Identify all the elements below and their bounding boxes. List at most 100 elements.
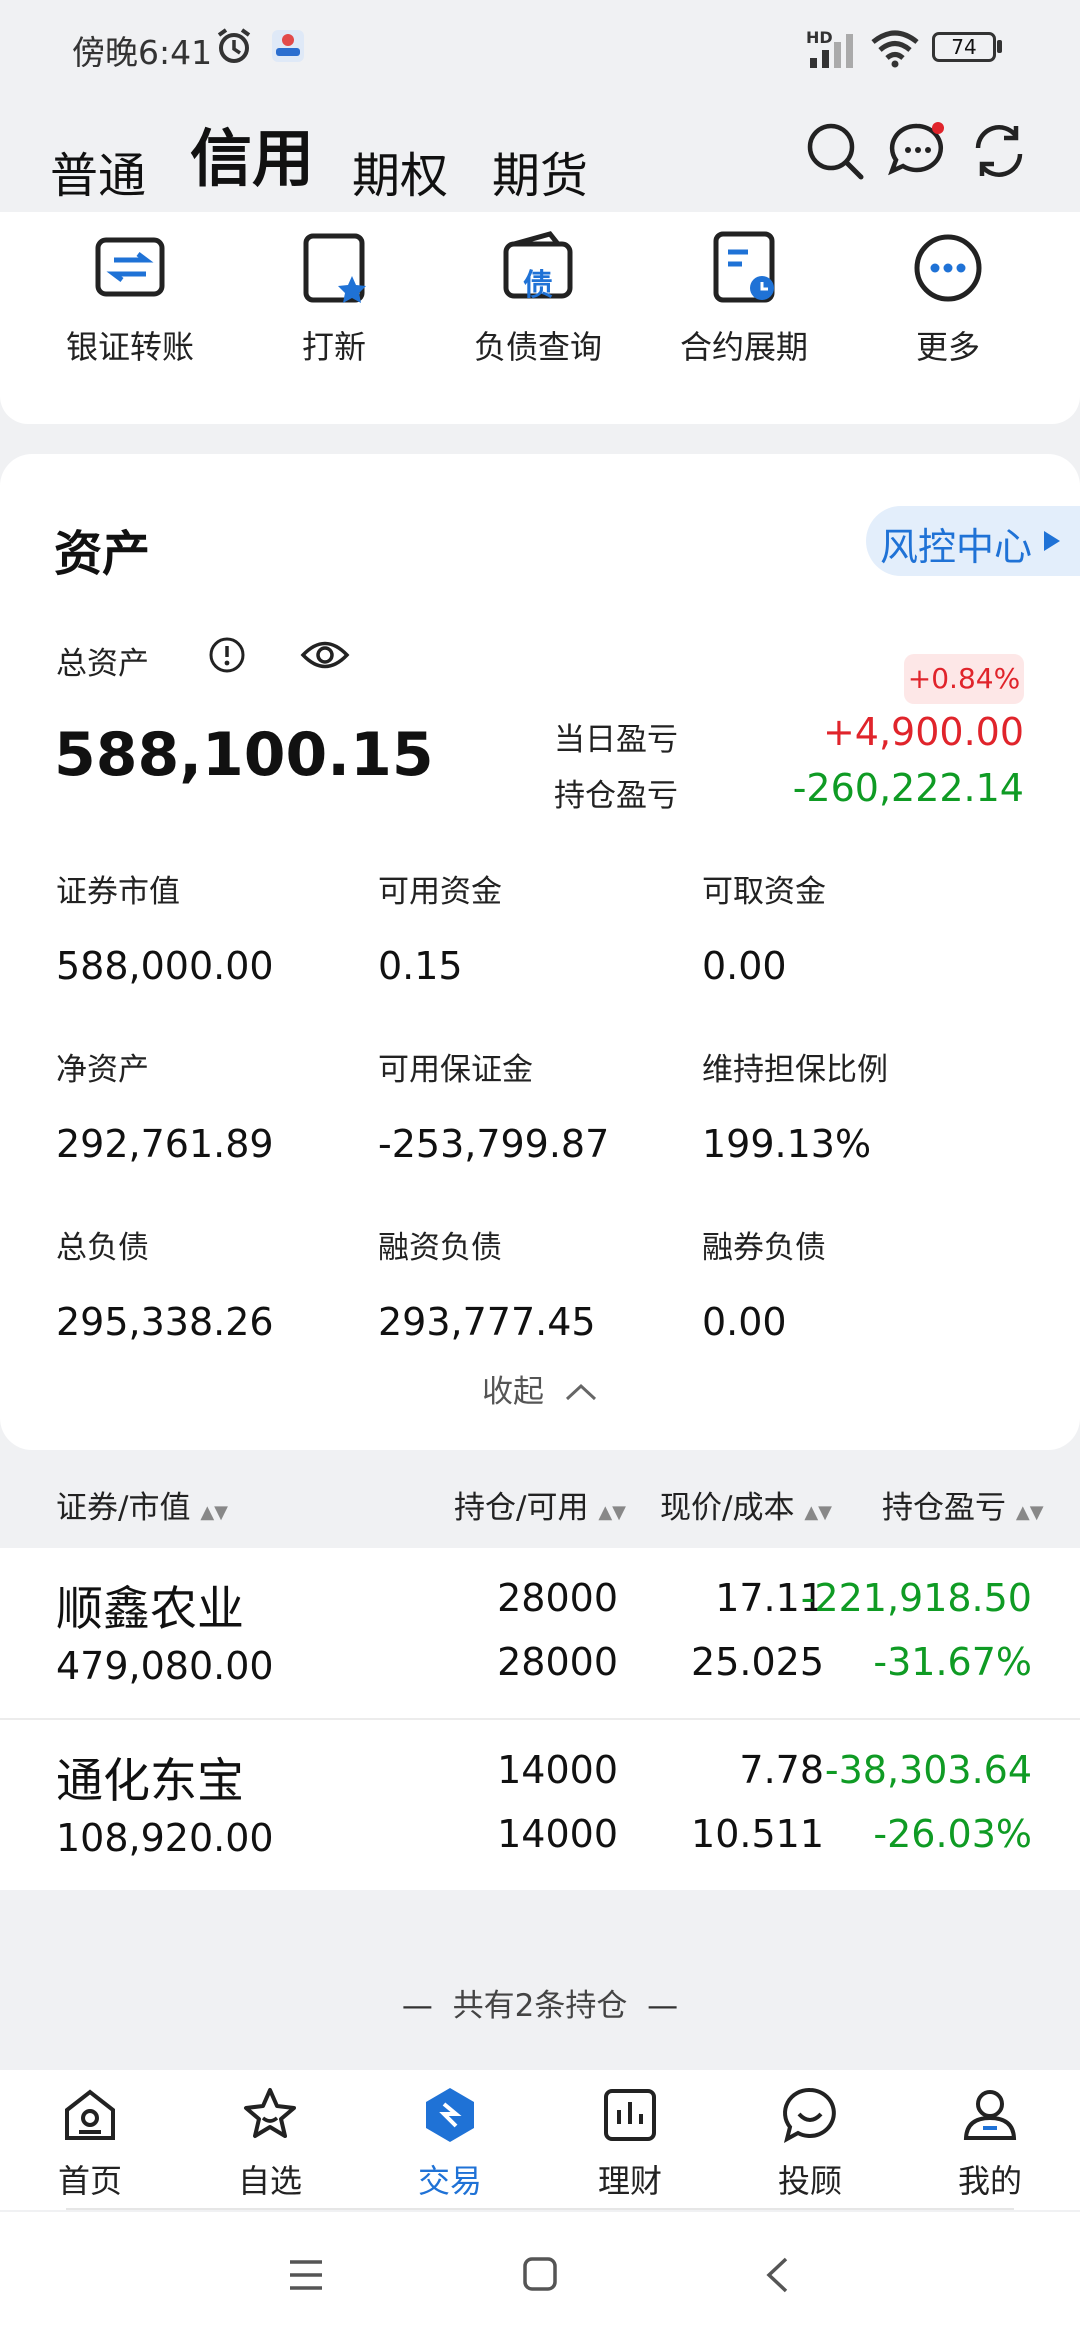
message-icon[interactable]	[884, 118, 950, 184]
position-pl-pct: -26.03%	[873, 1812, 1032, 1856]
sort-icon: ▲▼	[1015, 1502, 1044, 1523]
home-square-icon[interactable]	[522, 2256, 558, 2292]
quick-action-label: 负债查询	[473, 328, 602, 366]
account-type-header: 普通 信用 期权 期货	[0, 96, 1080, 212]
system-nav-bar	[0, 2212, 1080, 2340]
status-time: 傍晚6:41	[72, 33, 213, 72]
wifi-icon	[871, 30, 919, 68]
profile-icon	[963, 2090, 1017, 2140]
position-pl-pct: -31.67%	[873, 1640, 1032, 1684]
stock-market-value: 479,080.00	[56, 1644, 274, 1688]
available-funds-label: 可用资金	[378, 874, 502, 910]
total-assets-value: 588,100.15	[54, 720, 434, 790]
triangle-right-icon	[1044, 531, 1060, 551]
table-row[interactable]: 通化东宝 108,920.00 14000 14000 7.78 10.511 …	[0, 1720, 1080, 1890]
avail-qty: 14000	[497, 1812, 618, 1856]
header-label: 持仓/可用	[454, 1490, 589, 1526]
quick-action-label: 合约展期	[679, 328, 808, 366]
nav-home[interactable]: 首页	[0, 2084, 180, 2202]
nav-label: 理财	[597, 2162, 662, 2200]
dash-left: —	[401, 1988, 453, 2024]
positions-count: — 共有2条持仓 —	[0, 1980, 1080, 2025]
hold-qty: 28000	[497, 1576, 618, 1620]
advisor-icon	[783, 2087, 836, 2143]
quick-action-debt-query[interactable]: 债 负债查询	[458, 226, 618, 368]
quick-action-transfer[interactable]: 银证转账	[50, 226, 210, 368]
quick-action-contract-extend[interactable]: 合约展期	[664, 226, 824, 368]
trade-icon	[426, 2088, 474, 2142]
star-icon	[244, 2088, 296, 2138]
assets-card: 资产 风控中心 总资产 588,100.15 +0.84% 当日盈亏 +4,90…	[0, 454, 1080, 1450]
collapse-button[interactable]: 收起	[482, 1366, 598, 1411]
tab-options[interactable]: 期权	[352, 136, 448, 206]
nav-divider	[66, 2208, 1014, 2210]
net-assets-value: 292,761.89	[56, 1122, 274, 1166]
tab-normal[interactable]: 普通	[50, 136, 146, 206]
header-label: 现价/成本	[660, 1490, 795, 1526]
quick-actions-card: 银证转账 打新 债 负债查询 合约展期 更多	[0, 212, 1080, 424]
nav-label: 我的	[957, 2162, 1022, 2200]
risk-center-button[interactable]: 风控中心	[866, 506, 1080, 576]
nav-watchlist[interactable]: 自选	[180, 2084, 360, 2202]
maintenance-ratio-label: 维持担保比例	[702, 1052, 888, 1088]
debt-icon-char: 债	[523, 268, 553, 303]
sort-icon: ▲▼	[804, 1502, 832, 1523]
sort-header-price[interactable]: 现价/成本 ▲▼	[660, 1482, 832, 1527]
total-liabilities-label: 总负债	[56, 1230, 149, 1266]
chevron-up-icon	[565, 1383, 596, 1401]
nav-label: 首页	[57, 2162, 122, 2200]
table-row[interactable]: 顺鑫农业 479,080.00 28000 28000 17.11 25.025…	[0, 1548, 1080, 1720]
eye-icon[interactable]	[300, 638, 350, 672]
securities-value-label: 证券市值	[56, 874, 180, 910]
cost-price: 10.511	[691, 1812, 824, 1856]
nav-finance[interactable]: 理财	[540, 2084, 720, 2202]
cost-price: 25.025	[691, 1640, 824, 1684]
available-margin-label: 可用保证金	[378, 1052, 533, 1088]
menu-icon[interactable]	[288, 2258, 324, 2292]
sort-header-pl[interactable]: 持仓盈亏 ▲▼	[882, 1482, 1044, 1527]
assets-title: 资产	[54, 526, 151, 582]
hold-pl-label: 持仓盈亏	[554, 778, 678, 814]
nav-advisor[interactable]: 投顾	[720, 2084, 900, 2202]
daily-pct-badge: +0.84%	[904, 654, 1024, 704]
maintenance-ratio-value: 199.13%	[702, 1122, 872, 1166]
nav-label: 自选	[237, 2162, 302, 2200]
net-assets-label: 净资产	[56, 1052, 149, 1088]
quick-action-new-shares[interactable]: 打新	[254, 226, 414, 368]
total-liabilities-value: 295,338.26	[56, 1300, 274, 1344]
sort-header-hold[interactable]: 持仓/可用 ▲▼	[454, 1482, 626, 1527]
sort-icon: ▲▼	[200, 1502, 228, 1523]
hold-pl-value: -260,222.14	[792, 766, 1024, 810]
nav-trade[interactable]: 交易	[360, 2084, 540, 2202]
stock-name: 通化东宝	[56, 1754, 244, 1809]
hold-qty: 14000	[497, 1748, 618, 1792]
alarm-icon	[217, 28, 251, 63]
tab-futures[interactable]: 期货	[492, 136, 588, 206]
available-margin-value: -253,799.87	[378, 1122, 610, 1166]
battery-indicator: 74	[932, 32, 996, 62]
positions-list: 顺鑫农业 479,080.00 28000 28000 17.11 25.025…	[0, 1548, 1080, 1890]
securities-value: 588,000.00	[56, 944, 274, 988]
bottom-nav: 首页 自选 交易 理财 投顾 我的	[0, 2070, 1080, 2210]
position-pl: -221,918.50	[800, 1576, 1032, 1620]
battery-cap	[997, 40, 1002, 53]
sort-header-security[interactable]: 证券/市值 ▲▼	[56, 1482, 228, 1527]
tab-credit[interactable]: 信用	[190, 108, 314, 198]
nav-profile[interactable]: 我的	[900, 2084, 1080, 2202]
quick-action-more[interactable]: 更多	[868, 226, 1028, 368]
info-icon[interactable]	[208, 636, 246, 674]
withdrawable-funds-value: 0.00	[702, 944, 787, 988]
status-bar: 傍晚6:41 HD 74	[0, 0, 1080, 96]
refresh-icon[interactable]	[966, 118, 1032, 184]
securities-lending-liabilities-value: 0.00	[702, 1300, 787, 1344]
search-icon[interactable]	[802, 118, 868, 184]
back-icon[interactable]	[764, 2256, 790, 2294]
quick-action-label: 银证转账	[65, 328, 194, 366]
home-icon	[65, 2089, 115, 2140]
stock-name: 顺鑫农业	[56, 1582, 244, 1637]
new-shares-icon	[303, 233, 366, 303]
header-label: 证券/市值	[56, 1490, 191, 1526]
quick-action-label: 更多	[915, 328, 980, 366]
sort-icon: ▲▼	[598, 1502, 626, 1523]
daily-pl-value: +4,900.00	[822, 710, 1024, 754]
